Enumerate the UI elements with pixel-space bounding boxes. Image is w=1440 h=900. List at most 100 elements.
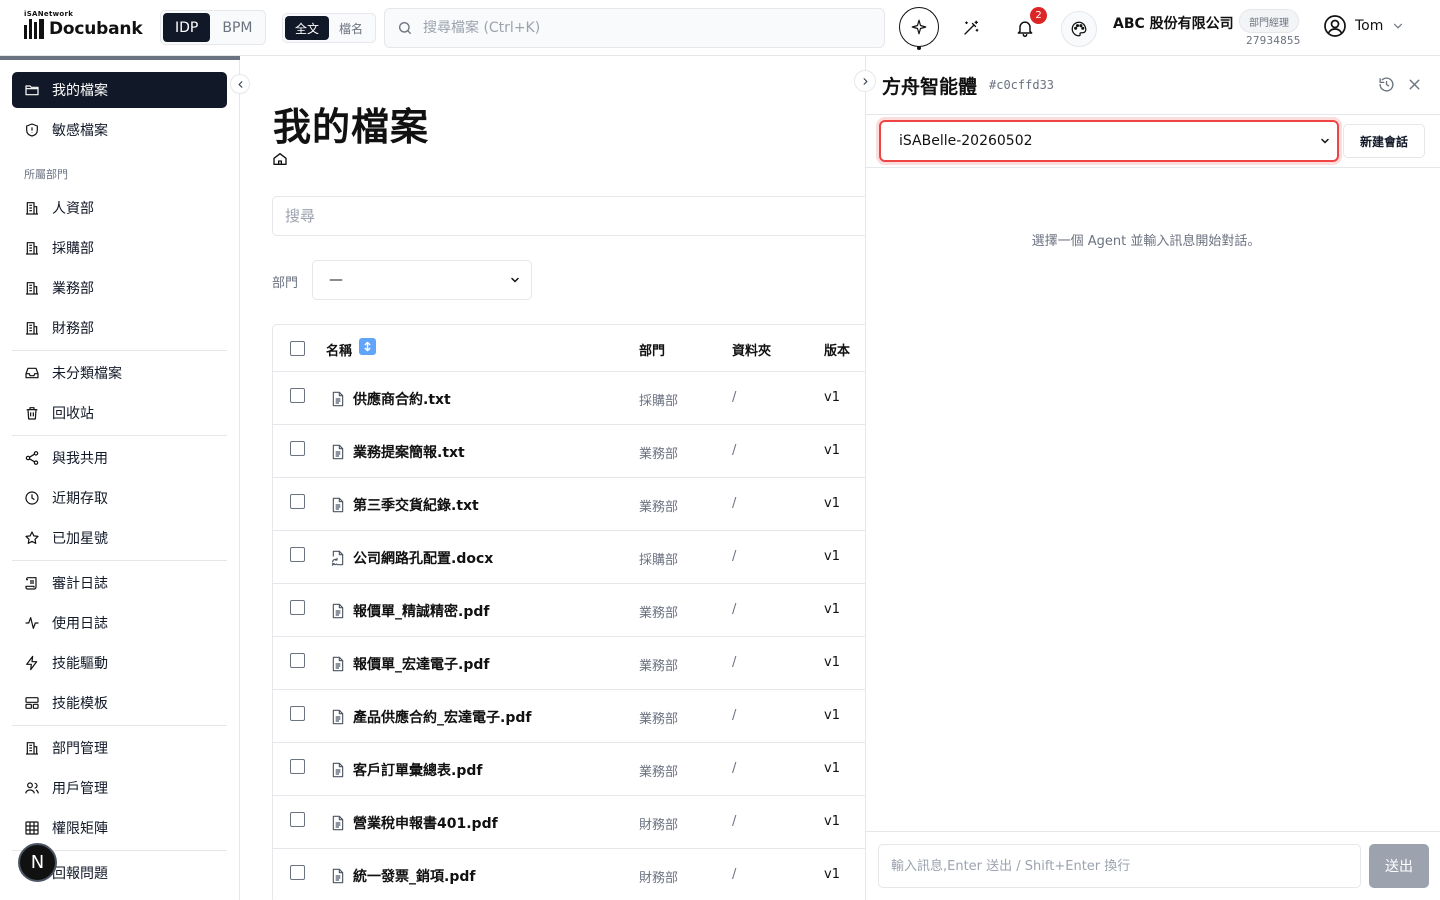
table-row[interactable]: 產品供應合約_宏達電子.pdf 業務部 / v1 [273,690,865,743]
row-checkbox[interactable] [290,706,305,721]
row-checkbox[interactable] [290,494,305,509]
sidebar-item-sales[interactable]: 業務部 [12,270,227,306]
sidebar-item-label: 未分類檔案 [52,366,122,382]
file-name-cell[interactable]: 報價單_宏達電子.pdf [331,654,489,674]
sidebar-item-shared-with-me[interactable]: 與我共用 [12,440,227,476]
file-version-cell: v1 [824,655,840,670]
mode-bpm-tab[interactable]: BPM [210,13,264,42]
building-icon [26,202,38,215]
row-checkbox[interactable] [290,653,305,668]
send-button[interactable]: 送出 [1369,844,1429,888]
sidebar-item-label: 審計日誌 [52,576,108,592]
dept-filter-select[interactable]: — [312,260,532,300]
mode-idp-tab[interactable]: IDP [163,13,211,42]
ai-assistant-button[interactable] [899,7,939,47]
mode-switch: IDP BPM [160,10,266,45]
file-folder-cell: / [732,602,737,617]
table-row[interactable]: 客戶訂單彙總表.pdf 業務部 / v1 [273,743,865,796]
file-text-icon [331,815,345,831]
file-name-cell[interactable]: 公司網路孔配置.docx [331,548,493,568]
file-version-cell: v1 [824,814,840,829]
sidebar-item-finance[interactable]: 財務部 [12,310,227,346]
building-icon [26,242,38,255]
row-checkbox[interactable] [290,865,305,880]
star-icon [25,531,39,544]
new-chat-button[interactable]: 新建會話 [1343,124,1425,158]
sidebar-item-audit-log[interactable]: 審計日誌 [12,565,227,601]
panel-collapse-button[interactable] [854,70,876,92]
sidebar-item-hr[interactable]: 人資部 [12,190,227,226]
file-name-cell[interactable]: 供應商合約.txt [331,389,451,409]
table-row[interactable]: 業務提案簡報.txt 業務部 / v1 [273,425,865,478]
file-name-cell[interactable]: 報價單_精誠精密.pdf [331,601,489,621]
sidebar-item-dept-management[interactable]: 部門管理 [12,730,227,766]
column-header-folder[interactable]: 資料夾 [732,340,771,359]
user-menu[interactable]: Tom [1323,14,1405,38]
file-name-cell[interactable]: 營業稅申報書401.pdf [331,813,498,833]
column-header-name[interactable]: 名稱 [326,340,352,359]
history-icon [1379,77,1394,92]
message-input[interactable] [878,844,1361,888]
sparkle-icon [911,19,927,35]
building-icon [26,322,38,335]
logo-network-label: iSANetwork [24,10,74,18]
table-row[interactable]: 報價單_宏達電子.pdf 業務部 / v1 [273,637,865,690]
sidebar-item-starred[interactable]: 已加星號 [12,520,227,556]
chevron-down-icon [1394,23,1403,29]
scope-fulltext-tab[interactable]: 全文 [285,16,329,40]
wand-icon [964,20,979,35]
sidebar-item-recent[interactable]: 近期存取 [12,480,227,516]
table-row[interactable]: 統一發票_銷項.pdf 財務部 / v1 [273,849,865,900]
row-checkbox[interactable] [290,441,305,456]
column-header-version[interactable]: 版本 [824,340,850,359]
file-folder-cell: / [732,655,737,670]
role-badge: 部門經理 [1239,9,1299,33]
global-search-input[interactable] [423,20,863,36]
table-row[interactable]: 供應商合約.txt 採購部 / v1 [273,372,865,425]
panel-close-button[interactable] [1406,76,1423,93]
sidebar-item-sensitive-files[interactable]: 敏感檔案 [12,112,227,148]
file-name-cell[interactable]: 產品供應合約_宏達電子.pdf [331,707,531,727]
sidebar-item-skill-template[interactable]: 技能模板 [12,685,227,721]
file-name-cell[interactable]: 統一發票_銷項.pdf [331,866,475,886]
breadcrumb-home[interactable] [272,151,288,167]
page-title: 我的檔案 [273,105,430,149]
file-text-icon [331,391,345,407]
file-name-cell[interactable]: 客戶訂單彙總表.pdf [331,760,482,780]
row-checkbox[interactable] [290,600,305,615]
sidebar-item-permission-matrix[interactable]: 權限矩陣 [12,810,227,846]
sidebar-item-usage-log[interactable]: 使用日誌 [12,605,227,641]
sidebar-item-my-files[interactable]: 我的檔案 [12,72,227,108]
sidebar-item-recycle-bin[interactable]: 回收站 [12,395,227,431]
file-search-input[interactable] [272,196,865,236]
dev-tools-avatar[interactable]: N [18,843,57,882]
sidebar-item-user-management[interactable]: 用戶管理 [12,770,227,806]
row-checkbox[interactable] [290,812,305,827]
table-row[interactable]: 營業稅申報書401.pdf 財務部 / v1 [273,796,865,849]
sidebar-item-unclassified[interactable]: 未分類檔案 [12,355,227,391]
history-button[interactable] [1378,76,1395,93]
chat-empty-state: 選擇一個 Agent 並輸入訊息開始對話。 [1031,234,1261,249]
grid-icon [25,821,39,835]
table-row[interactable]: 第三季交貨紀錄.txt 業務部 / v1 [273,478,865,531]
sidebar-item-skill-drive[interactable]: 技能驅動 [12,645,227,681]
table-row[interactable]: 公司網路孔配置.docx 採購部 / v1 [273,531,865,584]
scope-filename-tab[interactable]: 檔名 [329,16,373,40]
column-header-dept[interactable]: 部門 [639,340,665,359]
agent-select[interactable]: iSABelle-20260502 [879,120,1339,162]
sidebar-collapse-button[interactable] [230,74,250,94]
row-checkbox[interactable] [290,547,305,562]
file-name-cell[interactable]: 業務提案簡報.txt [331,442,465,462]
row-checkbox[interactable] [290,759,305,774]
sort-icon[interactable] [359,338,376,355]
row-checkbox[interactable] [290,388,305,403]
theme-button[interactable] [1061,11,1097,47]
magic-wand-button[interactable] [955,12,987,44]
app-logo[interactable]: iSANetwork Docubank [24,10,143,39]
file-dept-cell: 財務部 [639,871,679,886]
sidebar-item-procurement[interactable]: 採購部 [12,230,227,266]
table-row[interactable]: 報價單_精誠精密.pdf 業務部 / v1 [273,584,865,637]
sidebar-item-label: 部門管理 [52,741,108,757]
file-name-cell[interactable]: 第三季交貨紀錄.txt [331,495,479,515]
select-all-checkbox[interactable] [290,341,305,356]
